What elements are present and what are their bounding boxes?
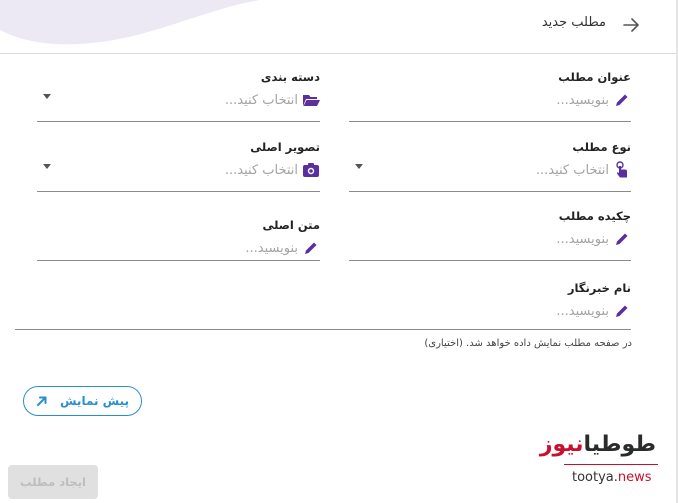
reporter-input[interactable]: بنویسید... [556, 304, 609, 319]
reporter-helper-text: در صفحه مطلب نمایش داده خواهد شد. (اختیا… [424, 338, 632, 349]
main-text-input[interactable]: بنویسید... [245, 241, 298, 256]
logo-persian-wordmark: طوطیانیوز [539, 432, 657, 457]
touch-pointer-icon [613, 161, 631, 179]
page-header: مطلب جدید [0, 0, 678, 54]
reporter-label: نام خبرنگار [567, 281, 631, 295]
title-label: عنوان مطلب [558, 70, 631, 84]
pencil-icon [613, 302, 631, 320]
preview-button-label: پیش نمایش [59, 394, 130, 408]
logo-underline [564, 464, 658, 465]
pencil-icon [613, 230, 631, 248]
folder-open-icon [302, 91, 320, 109]
logo-english-wordmark: tootya.news [572, 470, 652, 485]
camera-icon [302, 161, 320, 179]
main-text-label: متن اصلی [262, 218, 320, 232]
pencil-icon [302, 239, 320, 257]
arrow-right-icon[interactable] [620, 14, 642, 36]
category-select[interactable]: دسته بندی انتخاب کنید... [37, 70, 320, 122]
chevron-down-icon[interactable] [43, 164, 51, 169]
chevron-down-icon[interactable] [43, 94, 51, 99]
main-image-label: تصویر اصلی [250, 140, 320, 154]
title-field[interactable]: عنوان مطلب بنویسید... [349, 70, 631, 122]
preview-button[interactable]: پیش نمایش [23, 386, 142, 416]
pencil-icon [613, 91, 631, 109]
type-select[interactable]: نوع مطلب انتخاب کنید... [349, 140, 631, 192]
tootya-logo: طوطیانیوز tootya.news [540, 432, 664, 492]
create-post-button[interactable]: ایجاد مطلب [8, 465, 98, 499]
page-title: مطلب جدید [541, 15, 606, 30]
main-text-field[interactable]: متن اصلی بنویسید... [37, 218, 320, 261]
category-label: دسته بندی [260, 70, 320, 84]
category-value: انتخاب کنید... [224, 92, 298, 108]
reporter-field[interactable]: نام خبرنگار بنویسید... [15, 281, 631, 330]
summary-field[interactable]: چکیده مطلب بنویسید... [349, 209, 631, 261]
title-input[interactable]: بنویسید... [556, 93, 609, 108]
type-value: انتخاب کنید... [535, 162, 609, 178]
main-image-value: انتخاب کنید... [224, 162, 298, 178]
type-label: نوع مطلب [572, 140, 631, 154]
create-post-button-label: ایجاد مطلب [20, 475, 86, 489]
summary-input[interactable]: بنویسید... [556, 232, 609, 247]
main-image-select[interactable]: تصویر اصلی انتخاب کنید... [37, 140, 320, 192]
arrow-up-right-icon [36, 395, 48, 407]
chevron-down-icon[interactable] [355, 164, 363, 169]
summary-label: چکیده مطلب [558, 209, 631, 223]
